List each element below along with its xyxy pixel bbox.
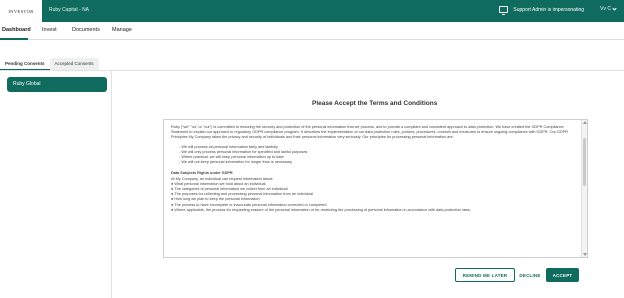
nav-invest[interactable]: Invest [42, 27, 57, 33]
terms-content: Ruby ("we" "us" or "our") is committed t… [171, 125, 579, 213]
decline-button[interactable]: DECLINE [516, 268, 544, 282]
nav-documents[interactable]: Documents [72, 27, 100, 33]
terms-intro: Ruby ("we" "us" or "our") is committed t… [171, 125, 568, 140]
user-menu[interactable]: Vv C [600, 5, 617, 12]
scroll-down-arrow-icon[interactable] [583, 253, 587, 256]
remind-me-later-button[interactable]: REMIND ME LATER [455, 268, 515, 282]
nav-active-indicator [0, 38, 28, 40]
principle-item: - We will not keep personal information … [179, 160, 293, 165]
top-bar: INVESTOR Ruby Capital - NA Support Admin… [0, 0, 624, 22]
accept-button[interactable]: ACCEPT [546, 268, 579, 282]
scroll-thumb[interactable] [583, 138, 586, 186]
investor-logo[interactable]: INVESTOR [0, 0, 42, 22]
nav-manage[interactable]: Manage [112, 27, 132, 33]
terms-scroll-box[interactable]: Ruby ("we" "us" or "our") is committed t… [163, 119, 588, 258]
rights-list: ● What personal information we hold abou… [171, 182, 579, 213]
tab-accepted-consents[interactable]: Accepted Consents [49, 58, 99, 70]
chevron-down-icon [612, 5, 617, 11]
impersonation-text: Support Admin is impersonating [513, 6, 584, 13]
right-item: ● Where applicable, the process for requ… [171, 207, 471, 212]
scroll-up-arrow-icon[interactable] [583, 121, 587, 124]
sidebar: Ruby Global [0, 71, 112, 298]
terms-scrollbar[interactable] [581, 120, 587, 257]
app-title: Ruby Capital - NA [49, 7, 90, 13]
impersonation-indicator[interactable]: Support Admin is impersonating [499, 6, 584, 15]
logo-text: INVESTOR [8, 8, 34, 14]
sidebar-item-ruby-global[interactable]: Ruby Global [7, 77, 107, 92]
main-nav: Dashboard Invest Documents Manage [0, 22, 624, 40]
tab-pending-consents[interactable]: Pending Consents [0, 58, 50, 70]
nav-dashboard[interactable]: Dashboard [2, 27, 31, 33]
user-initials: Vv C [600, 6, 611, 12]
monitor-icon [499, 6, 509, 15]
terms-title: Please Accept the Terms and Conditions [312, 100, 438, 107]
consent-tabs: Pending Consents Accepted Consents [0, 58, 99, 70]
principles-list: - We will process all personal informati… [171, 145, 579, 166]
